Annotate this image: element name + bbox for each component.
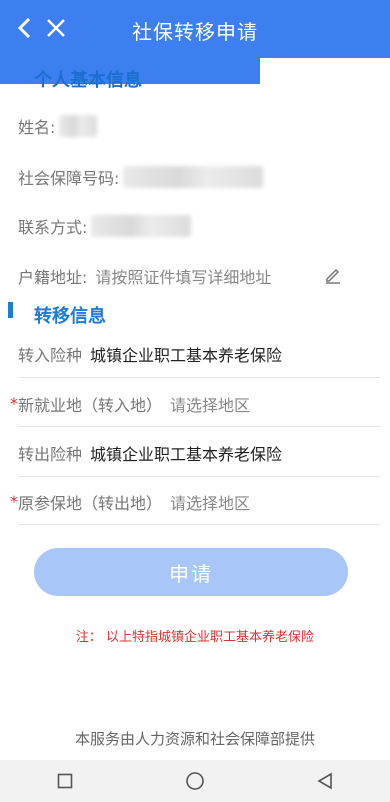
original-location-row[interactable]: 原参保地（转出地） 请选择地区 xyxy=(18,490,382,514)
edit-icon[interactable] xyxy=(324,266,342,284)
ssn-label: 社会保障号码: xyxy=(18,169,120,188)
original-location-select[interactable]: 请选择地区 xyxy=(170,490,250,514)
section-marker xyxy=(8,302,13,318)
household-input[interactable]: 请按照证件填写详细地址 xyxy=(95,264,271,288)
name-row: 姓名: xyxy=(18,114,382,138)
name-label: 姓名: xyxy=(18,118,56,137)
in-type-label: 转入险种 xyxy=(18,346,83,365)
new-location-label: 新就业地（转入地） xyxy=(18,396,163,415)
out-type-label: 转出险种 xyxy=(18,445,83,464)
in-type-row: 转入险种 城镇企业职工基本养老保险 xyxy=(18,342,382,366)
divider xyxy=(18,476,380,477)
contact-value-redacted xyxy=(91,215,192,237)
original-location-label: 原参保地（转出地） xyxy=(18,494,163,513)
divider xyxy=(18,426,380,427)
header-bar: 社保转移申请 xyxy=(0,0,390,58)
page-title: 社保转移申请 xyxy=(132,20,258,44)
divider xyxy=(18,377,380,378)
contact-label: 联系方式: xyxy=(18,218,88,237)
section-title-personal: 个人基本信息 xyxy=(34,70,142,91)
section-title-transfer: 转移信息 xyxy=(34,306,106,327)
system-nav-bar xyxy=(0,760,390,802)
name-value-redacted xyxy=(59,115,98,137)
apply-button[interactable]: 申请 xyxy=(34,548,348,596)
out-type-row: 转出险种 城镇企业职工基本养老保险 xyxy=(18,441,382,465)
new-location-row[interactable]: 新就业地（转入地） 请选择地区 xyxy=(18,392,382,416)
nav-back-icon[interactable] xyxy=(305,766,345,796)
contact-row: 联系方式: xyxy=(18,214,382,238)
new-location-select[interactable]: 请选择地区 xyxy=(170,392,250,416)
ssn-value-redacted xyxy=(123,166,264,188)
required-mark: * xyxy=(10,492,18,511)
required-mark: * xyxy=(10,394,18,413)
ssn-row: 社会保障号码: xyxy=(18,165,382,189)
footer-text: 本服务由人力资源和社会保障部提供 xyxy=(74,730,315,748)
divider xyxy=(18,524,380,525)
household-label: 户籍地址: xyxy=(18,268,88,287)
nav-square-icon[interactable] xyxy=(45,766,85,796)
in-type-value: 城镇企业职工基本养老保险 xyxy=(90,346,283,365)
note-text: 注： 以上特指城镇企业职工基本养老保险 xyxy=(75,630,315,645)
nav-circle-icon[interactable] xyxy=(175,766,215,796)
out-type-value: 城镇企业职工基本养老保险 xyxy=(90,445,283,464)
